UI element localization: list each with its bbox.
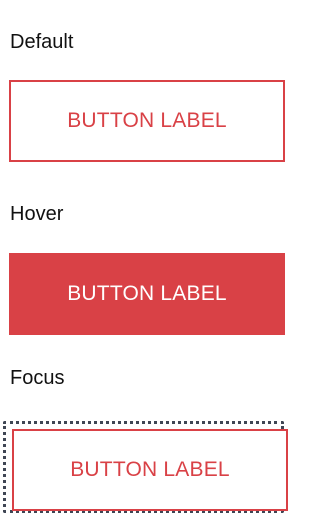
hover-state-button[interactable]: BUTTON LABEL — [9, 253, 285, 335]
focus-state-button[interactable]: BUTTON LABEL — [12, 429, 288, 511]
state-label-hover: Hover — [10, 203, 64, 225]
state-label-default: Default — [10, 31, 74, 53]
default-state-button[interactable]: BUTTON LABEL — [9, 80, 285, 162]
state-label-focus: Focus — [10, 367, 65, 389]
focus-ring-outline: BUTTON LABEL — [3, 421, 288, 513]
